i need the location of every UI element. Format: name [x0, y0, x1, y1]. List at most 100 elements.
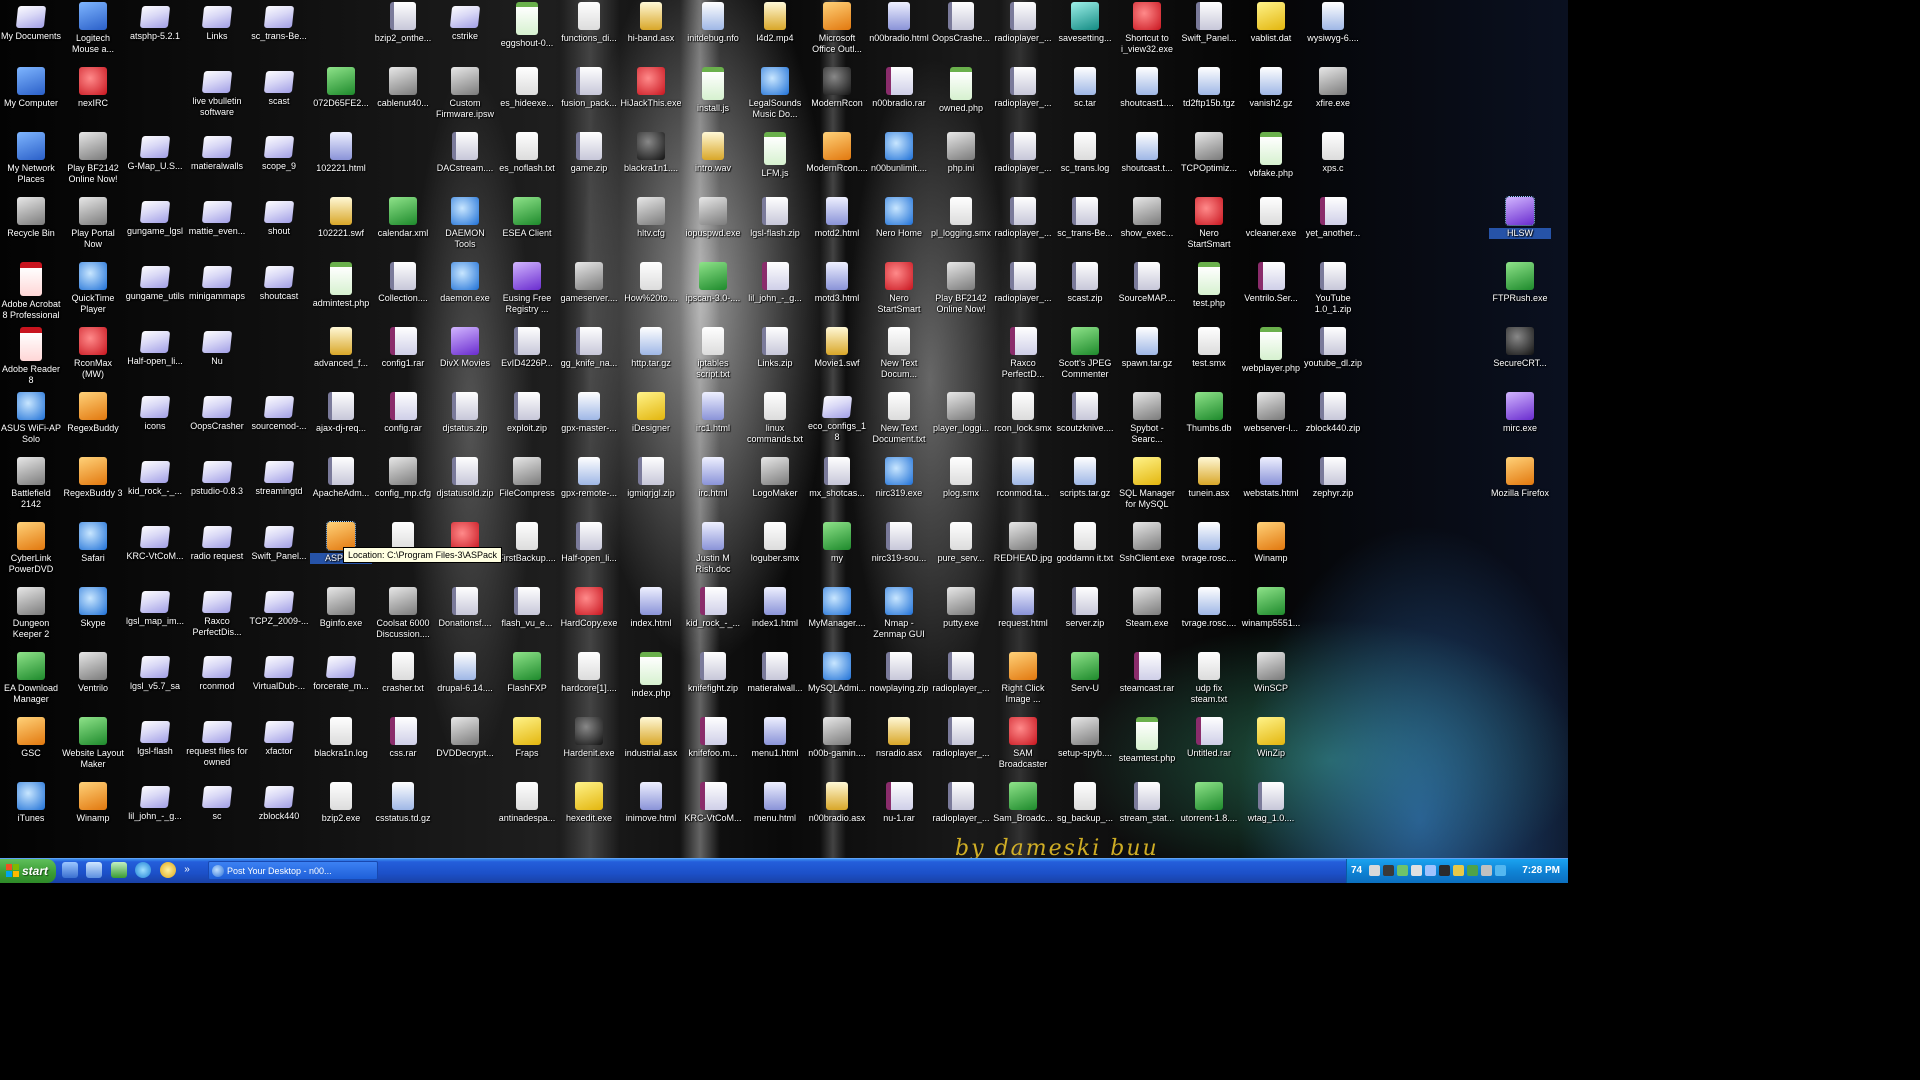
desktop-icon[interactable]: iDesigner [620, 392, 682, 434]
desktop-icon[interactable]: vcleaner.exe [1240, 197, 1302, 239]
desktop-icon[interactable]: Fraps [496, 717, 558, 759]
desktop-icon[interactable]: csstatus.td.gz [372, 782, 434, 824]
ie-icon[interactable] [135, 862, 152, 878]
desktop-icon[interactable]: lgsl-flash [124, 717, 186, 757]
desktop-icon[interactable]: radioplayer_... [930, 782, 992, 824]
desktop-icon[interactable]: OopsCrashe... [930, 2, 992, 44]
desktop-icon[interactable]: bzip2.exe [310, 782, 372, 824]
tray-icon-2[interactable] [1383, 865, 1394, 876]
desktop-icon[interactable]: server.zip [1054, 587, 1116, 629]
desktop-icon[interactable]: winamp5551... [1240, 587, 1302, 629]
desktop-icon[interactable]: cablenut40... [372, 67, 434, 109]
desktop-icon[interactable]: atsphp-5.2.1 [124, 2, 186, 42]
desktop-icon[interactable]: SourceMAP.... [1116, 262, 1178, 304]
desktop-icon[interactable]: Play BF2142 Online Now! [62, 132, 124, 184]
desktop-icon[interactable]: My Network Places [0, 132, 62, 184]
desktop-icon[interactable]: lgsl-flash.zip [744, 197, 806, 239]
desktop-icon[interactable]: REDHEAD.jpg [992, 522, 1054, 564]
tray-icon-7[interactable] [1453, 865, 1464, 876]
desktop-icon[interactable]: djstatusold.zip [434, 457, 496, 499]
desktop-icon[interactable]: sc_trans-Be... [1054, 197, 1116, 239]
desktop-icon[interactable]: Links.zip [744, 327, 806, 369]
desktop-icon[interactable]: Logitech Mouse a... [62, 2, 124, 54]
desktop-icon[interactable]: nexIRC [62, 67, 124, 109]
desktop-icon[interactable]: steamcast.rar [1116, 652, 1178, 694]
desktop-icon[interactable]: td2ftp15b.tgz [1178, 67, 1240, 109]
tray-icon-9[interactable] [1481, 865, 1492, 876]
desktop-icon[interactable]: FileCompress [496, 457, 558, 499]
desktop-icon[interactable]: radioplayer_... [992, 2, 1054, 44]
desktop-icon[interactable]: rcon_lock.smx [992, 392, 1054, 434]
desktop-icon[interactable]: mattie_even... [186, 197, 248, 237]
desktop-icon[interactable]: wysiwyg-6.... [1302, 2, 1364, 44]
desktop-icon[interactable]: pl_logging.smx [930, 197, 992, 239]
tray-icon-3[interactable] [1397, 865, 1408, 876]
desktop-icon[interactable]: radioplayer_... [992, 67, 1054, 109]
desktop-icon[interactable]: radio request [186, 522, 248, 562]
desktop-icon[interactable]: index.php [620, 652, 682, 699]
desktop-icon[interactable]: rconmod [186, 652, 248, 692]
desktop-icon[interactable]: plog.smx [930, 457, 992, 499]
desktop-icon[interactable]: Thumbs.db [1178, 392, 1240, 434]
desktop-icon[interactable]: Website Layout Maker [62, 717, 124, 769]
desktop-icon[interactable]: http.tar.gz [620, 327, 682, 369]
desktop-icon[interactable]: Nero Home [868, 197, 930, 239]
desktop-icon[interactable]: scripts.tar.gz [1054, 457, 1116, 499]
desktop-icon[interactable]: tunein.asx [1178, 457, 1240, 499]
desktop-icon[interactable]: Steam.exe [1116, 587, 1178, 629]
desktop-icon[interactable]: zblock440 [248, 782, 310, 822]
desktop-icon[interactable]: lgsl_v5.7_sa [124, 652, 186, 692]
desktop-icon[interactable]: setup-spyb.... [1054, 717, 1116, 759]
desktop-icon[interactable]: hexedit.exe [558, 782, 620, 824]
desktop-icon[interactable]: CyberLink PowerDVD [0, 522, 62, 574]
desktop-icon[interactable]: owned.php [930, 67, 992, 114]
desktop-icon[interactable]: udp fix steam.txt [1178, 652, 1240, 704]
desktop-icon[interactable]: request files for owned [186, 717, 248, 767]
desktop-icon[interactable]: Play BF2142 Online Now! [930, 262, 992, 314]
desktop-icon[interactable]: motd3.html [806, 262, 868, 304]
desktop-icon[interactable]: pure_serv... [930, 522, 992, 564]
desktop-icon[interactable]: Ventrilo [62, 652, 124, 694]
desktop-icon[interactable]: eco_configs_18 [806, 392, 868, 442]
desktop-icon[interactable]: loguber.smx [744, 522, 806, 564]
desktop-icon[interactable]: gameserver.... [558, 262, 620, 304]
desktop-icon[interactable]: Hardenit.exe [558, 717, 620, 759]
desktop-icon[interactable]: ModernRcon [806, 67, 868, 109]
desktop-icon[interactable]: knifefight.zip [682, 652, 744, 694]
desktop-icon[interactable]: config.rar [372, 392, 434, 434]
tray-icon-8[interactable] [1467, 865, 1478, 876]
desktop-icon[interactable]: ajax-dj-req... [310, 392, 372, 434]
desktop-icon[interactable]: l4d2.mp4 [744, 2, 806, 44]
desktop-icon[interactable]: My Documents [0, 2, 62, 42]
desktop-icon[interactable]: es_noflash.txt [496, 132, 558, 174]
desktop-icon[interactable]: DAEMON Tools [434, 197, 496, 249]
desktop-icon[interactable]: nu-1.rar [868, 782, 930, 824]
desktop-icon[interactable]: RconMax (MW) [62, 327, 124, 379]
desktop-icon[interactable]: webstats.html [1240, 457, 1302, 499]
tray-icon-6[interactable] [1439, 865, 1450, 876]
desktop-icon[interactable]: Mozilla Firefox [1489, 457, 1551, 499]
messenger-icon[interactable] [159, 862, 176, 878]
network-icon[interactable] [110, 862, 127, 878]
desktop-icon[interactable]: gpx-remote-... [558, 457, 620, 499]
desktop-icon[interactable]: vbfake.php [1240, 132, 1302, 179]
desktop-icon[interactable]: gungame_utils [124, 262, 186, 302]
desktop-icon[interactable]: ModernRcon.... [806, 132, 868, 174]
desktop-icon[interactable]: kid_rock_-_... [124, 457, 186, 497]
desktop-icon[interactable]: pstudio-0.8.3 [186, 457, 248, 497]
desktop-icon[interactable]: mx_shotcas... [806, 457, 868, 499]
desktop-icon[interactable]: HiJackThis.exe [620, 67, 682, 109]
desktop-icon[interactable]: TCPZ_2009-... [248, 587, 310, 627]
desktop-icon[interactable]: Adobe Acrobat 8 Professional [0, 262, 62, 320]
desktop-icon[interactable]: my [806, 522, 868, 564]
desktop-icon[interactable]: Raxco PerfectD... [992, 327, 1054, 379]
desktop-icon[interactable]: Movie1.swf [806, 327, 868, 369]
desktop-icon[interactable]: Winamp [62, 782, 124, 824]
desktop-icon[interactable]: lil_john_-_g... [744, 262, 806, 304]
desktop-icon[interactable]: radioplayer_... [992, 262, 1054, 304]
desktop-icon[interactable]: Bginfo.exe [310, 587, 372, 629]
desktop-icon[interactable]: radioplayer_... [992, 132, 1054, 174]
desktop-icon[interactable]: spawn.tar.gz [1116, 327, 1178, 369]
desktop-icon[interactable]: Custom Firmware.ipsw [434, 67, 496, 119]
desktop-icon[interactable]: ESEA Client [496, 197, 558, 239]
